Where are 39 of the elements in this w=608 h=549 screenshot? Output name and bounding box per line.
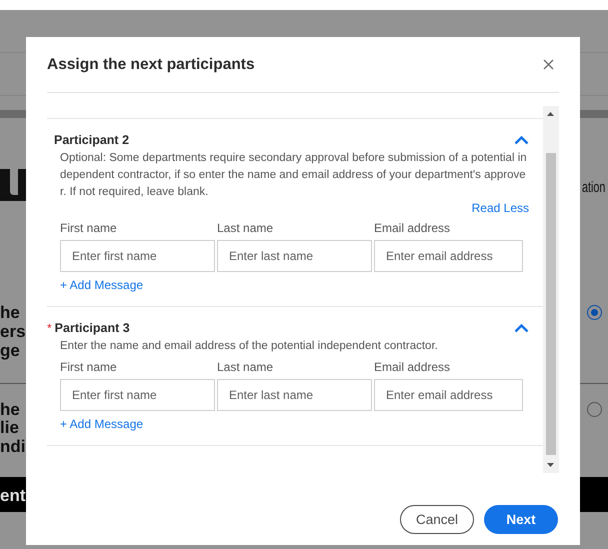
field-label: Email address (374, 360, 452, 375)
background-text: ers (0, 322, 26, 341)
radio-button[interactable] (587, 305, 602, 320)
participant-description: Enter the name and email address of the potential independent contractor. (60, 339, 439, 354)
background-text: ation (582, 178, 606, 197)
close-icon[interactable] (543, 59, 554, 70)
input-field[interactable]: Enter last name (217, 240, 372, 272)
input-field[interactable]: Enter first name (60, 240, 215, 272)
chevron-icon[interactable] (514, 324, 529, 332)
participant-title: Participant 2 (53, 133, 130, 147)
input-field[interactable]: Enter last name (217, 379, 372, 411)
dialog-title: Assign the next participants (47, 56, 255, 74)
field-label: First name (60, 360, 118, 375)
field-label: Last name (217, 221, 274, 236)
required-asterisk: * (47, 321, 52, 335)
background-text: ndi (0, 437, 26, 456)
scroll-down-icon[interactable] (547, 463, 554, 467)
scroll-up-icon[interactable] (547, 112, 554, 116)
participant-description: Optional: Some departments require secondary approval before submission of a potential independent contractor, if so enter the name and email address of your department's approver. If not required, leave blank. (60, 151, 528, 200)
field-label: Email address (374, 221, 452, 236)
background-text: he (0, 303, 20, 322)
input-field[interactable]: Enter email address (374, 240, 523, 272)
participant-title: Participant 3 (54, 321, 130, 335)
input-field[interactable]: Enter first name (60, 379, 215, 411)
field-label: First name (60, 221, 118, 236)
chevron-icon[interactable] (514, 136, 529, 144)
background-text: ge (0, 341, 20, 360)
scrollbar[interactable] (543, 106, 559, 473)
field-label: Last name (217, 360, 274, 375)
background-text: he (0, 400, 20, 419)
add-message-link[interactable]: + Add Message (60, 277, 144, 293)
radio-button[interactable] (587, 402, 602, 417)
add-message-link[interactable]: + Add Message (60, 416, 144, 432)
input-field[interactable]: Enter email address (374, 379, 523, 411)
background-text: lie (0, 418, 19, 437)
background-text: ent (0, 486, 26, 505)
next-button[interactable]: Next (484, 505, 558, 534)
read-less-link[interactable]: Read Less (472, 201, 529, 216)
cancel-button[interactable]: Cancel (400, 505, 474, 534)
